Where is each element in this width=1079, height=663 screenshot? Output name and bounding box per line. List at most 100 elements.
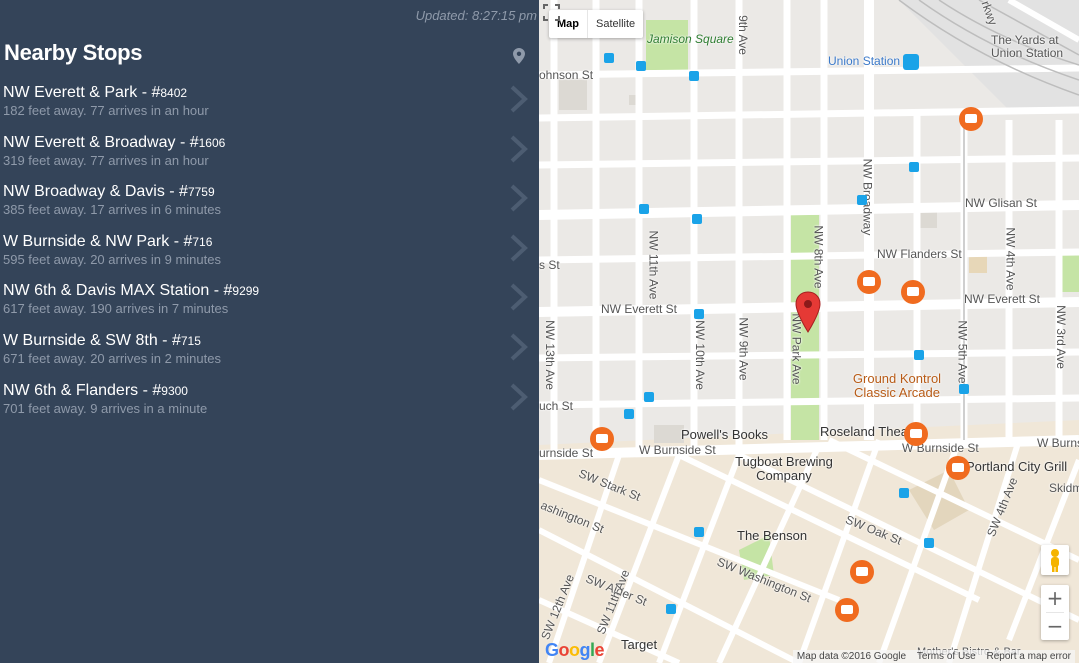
- tugboat-brewing-label[interactable]: Tugboat Brewing Company: [729, 455, 839, 483]
- stop-name: NW 6th & Flanders - #: [3, 381, 162, 399]
- chevron-right-icon: [510, 383, 528, 411]
- stop-title: W Burnside & SW 8th - #715: [3, 332, 201, 350]
- couch-st-label: uch St: [539, 399, 574, 413]
- stop-title: NW Everett & Park - #8402: [3, 84, 187, 102]
- stop-item[interactable]: W Burnside & SW 8th - #715 671 feet away…: [0, 330, 539, 380]
- google-logo-letter: e: [594, 640, 605, 660]
- stop-number: 9300: [161, 383, 188, 398]
- chevron-right-icon: [510, 333, 528, 361]
- burnside-st-east-label: W Burns: [1037, 436, 1079, 450]
- stop-arrival-detail: 182 feet away. 77 arrives in an hour: [3, 103, 209, 118]
- map-canvas[interactable]: Jamison Square ohnson St Union Station T…: [539, 0, 1079, 663]
- map-type-satellite-button[interactable]: Satellite: [588, 10, 643, 38]
- pegman-icon: [1051, 549, 1059, 572]
- stop-name: W Burnside & SW 8th - #: [3, 331, 181, 349]
- stop-arrival-detail: 701 feet away. 9 arrives in a minute: [3, 400, 208, 416]
- stop-item[interactable]: NW Everett & Broadway - #1606 319 feet a…: [0, 132, 539, 182]
- stop-name: NW Broadway & Davis - #: [3, 183, 188, 201]
- 11th-ave-label: NW 11th Ave: [646, 230, 661, 300]
- zoom-out-button[interactable]: −: [1041, 613, 1069, 640]
- stop-number: 1606: [198, 135, 226, 150]
- 4th-ave-label: NW 4th Ave: [1003, 227, 1018, 291]
- yards-label: The Yards at Union Station: [991, 33, 1064, 60]
- broadway-label: NW Broadway: [860, 158, 875, 236]
- stop-arrival-detail: 385 feet away. 17 arrives in 6 minutes: [3, 202, 221, 218]
- burnside-st-center-label: W Burnside St: [902, 441, 979, 455]
- davis-st-label: s St: [539, 258, 560, 272]
- updated-timestamp: Updated: 8:27:15 pm: [415, 8, 537, 23]
- stop-name: NW Everett & Broadway - #: [3, 133, 199, 151]
- stop-title: NW Everett & Broadway - #1606: [3, 134, 225, 152]
- stop-item[interactable]: NW 6th & Flanders - #9300 701 feet away.…: [0, 380, 539, 430]
- glisan-st-label: NW Glisan St: [965, 196, 1038, 210]
- chevron-right-icon: [510, 135, 528, 163]
- everett-st-east-label: NW Everett St: [964, 292, 1041, 306]
- stop-name: NW Everett & Park - #: [3, 84, 161, 101]
- chevron-right-icon: [510, 283, 528, 311]
- stop-number: 7759: [187, 185, 215, 200]
- stop-arrival-detail: 595 feet away. 20 arrives in 9 minutes: [3, 251, 221, 267]
- stop-arrival-detail: 617 feet away. 190 arrives in 7 minutes: [3, 301, 229, 317]
- burnside-st-label: W Burnside St: [639, 443, 716, 457]
- stop-title: NW Broadway & Davis - #7759: [3, 183, 215, 201]
- stop-number: 715: [180, 333, 201, 348]
- skidmore-label: Skidm: [1049, 481, 1079, 495]
- map-base: [539, 0, 1079, 663]
- stop-item[interactable]: NW Everett & Park - #8402 182 feet away.…: [0, 82, 539, 132]
- target-label[interactable]: Target: [621, 637, 657, 652]
- stop-title: NW 6th & Davis MAX Station - #9299: [3, 282, 259, 300]
- stop-item[interactable]: NW 6th & Davis MAX Station - #9299 617 f…: [0, 280, 539, 330]
- burnside-st-sw-label: urnside St: [539, 446, 594, 460]
- location-pin-icon[interactable]: [513, 48, 525, 64]
- terms-of-use-link[interactable]: Terms of Use: [917, 651, 976, 662]
- google-logo-text: Google: [545, 640, 605, 660]
- zoom-control: + −: [1041, 585, 1069, 640]
- stop-arrival-detail: 319 feet away. 77 arrives in an hour: [3, 152, 209, 168]
- map-data-credit: Map data ©2016 Google: [796, 651, 907, 662]
- nearby-stops-sidebar: Updated: 8:27:15 pm Nearby Stops NW Ever…: [0, 0, 539, 663]
- park-ave-label: NW Park Ave: [789, 313, 804, 385]
- sidebar-title: Nearby Stops: [4, 40, 143, 65]
- 3rd-ave-label: NW 3rd Ave: [1053, 305, 1068, 369]
- stop-title: NW 6th & Flanders - #9300: [3, 382, 188, 400]
- johnson-st-label: ohnson St: [539, 68, 594, 82]
- stop-arrival-detail: 671 feet away. 20 arrives in 2 minutes: [3, 350, 221, 366]
- everett-st-west-label: NW Everett St: [601, 302, 678, 316]
- 5th-ave-label: NW 5th Ave: [955, 320, 970, 384]
- google-logo[interactable]: Google: [545, 640, 605, 661]
- stop-name: NW 6th & Davis MAX Station - #: [3, 282, 233, 300]
- stop-name: W Burnside & NW Park - #: [3, 232, 193, 250]
- street-view-pegman[interactable]: [1041, 545, 1069, 575]
- stop-number: 716: [192, 234, 213, 249]
- portland-city-grill-label[interactable]: Portland City Grill: [966, 459, 1067, 474]
- stop-number: 8402: [160, 86, 188, 100]
- google-logo-letter: g: [579, 640, 591, 660]
- stop-item[interactable]: W Burnside & NW Park - #716 595 feet awa…: [0, 231, 539, 281]
- fullscreen-icon[interactable]: [539, 0, 564, 25]
- ground-kontrol-label[interactable]: Ground Kontrol Classic Arcade: [847, 372, 947, 400]
- stop-number: 9299: [232, 284, 260, 299]
- flanders-st-label: NW Flanders St: [877, 247, 962, 261]
- stop-title: W Burnside & NW Park - #716: [3, 233, 212, 251]
- 13th-ave-label: NW 13th Ave: [542, 320, 557, 390]
- report-map-error-link[interactable]: Report a map error: [987, 651, 1071, 662]
- stop-list: NW Everett & Park - #8402 182 feet away.…: [0, 82, 539, 429]
- zoom-in-button[interactable]: +: [1041, 585, 1069, 612]
- 8th-ave-label: NW 8th Ave: [811, 225, 826, 289]
- 9th-ave-top-label: 9th Ave: [735, 15, 750, 55]
- powells-books-label[interactable]: Powell's Books: [681, 427, 768, 442]
- union-station-label[interactable]: Union Station: [828, 54, 900, 68]
- google-logo-letter: o: [569, 640, 580, 660]
- jamison-square-label: Jamison Square: [647, 32, 734, 46]
- stop-item[interactable]: NW Broadway & Davis - #7759 385 feet awa…: [0, 181, 539, 231]
- 9th-ave-label: NW 9th Ave: [736, 317, 751, 381]
- google-logo-letter: G: [545, 640, 559, 660]
- the-benson-label[interactable]: The Benson: [737, 528, 807, 543]
- 10th-ave-label: NW 10th Ave: [692, 320, 707, 390]
- roseland-theater-label[interactable]: Roseland Theater: [820, 424, 923, 439]
- google-logo-letter: o: [558, 640, 570, 660]
- chevron-right-icon: [510, 184, 528, 212]
- map-attribution: Map data ©2016 Google Terms of Use Repor…: [792, 650, 1075, 663]
- chevron-right-icon: [510, 234, 528, 262]
- chevron-right-icon: [510, 85, 528, 113]
